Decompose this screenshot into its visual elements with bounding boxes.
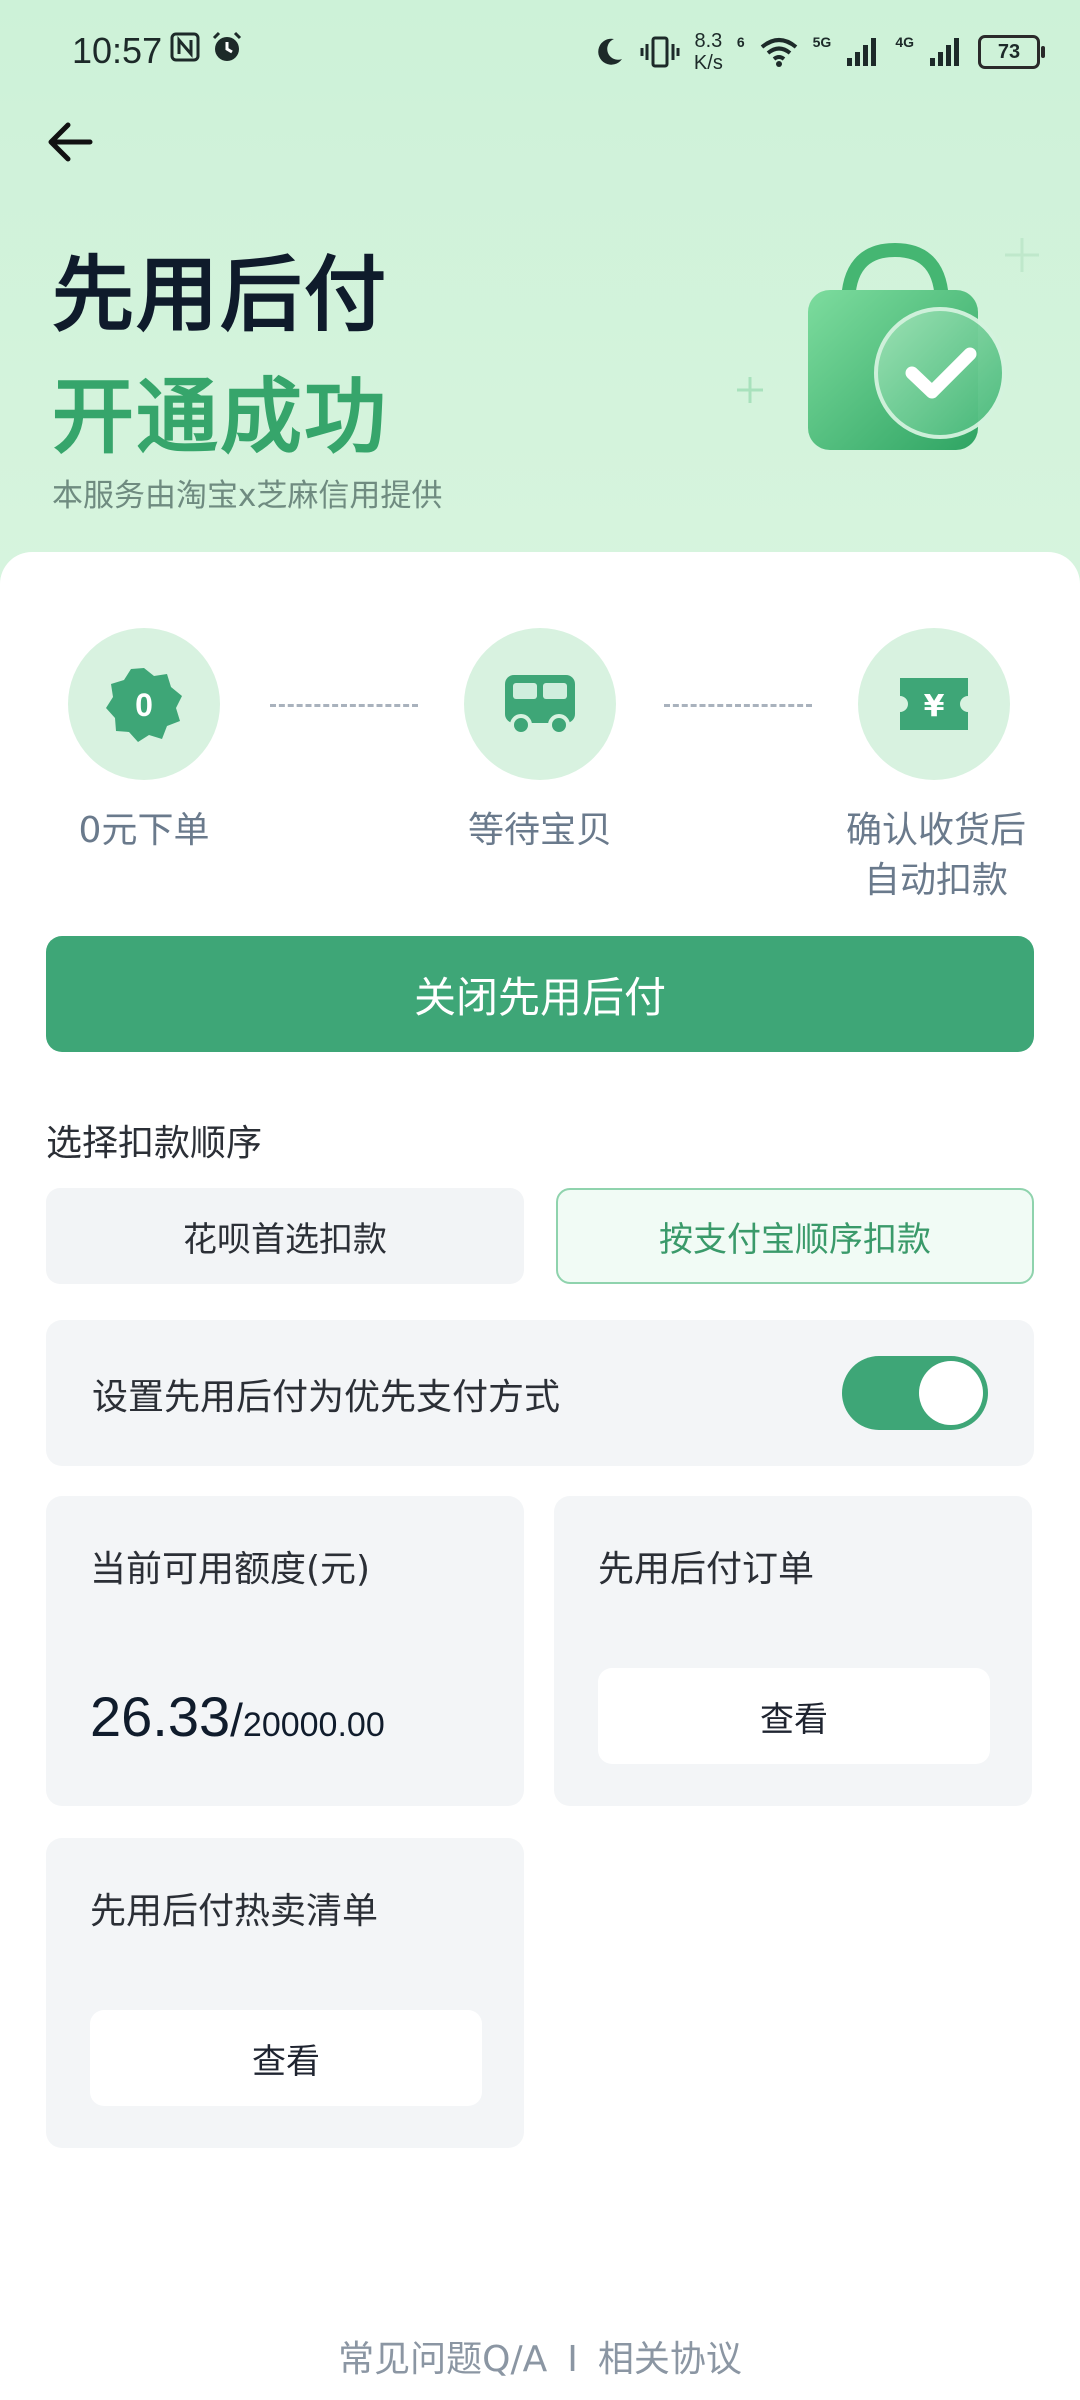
provider-note: 本服务由淘宝x芝麻信用提供: [52, 478, 443, 514]
vibrate-icon: [640, 36, 680, 68]
yuan-ticket-text: ¥: [924, 689, 945, 724]
credit-value: 26.33/20000.00: [90, 1684, 385, 1749]
sparkle-icon: [737, 377, 763, 403]
nfc-icon: [170, 32, 200, 62]
deduction-order-label: 选择扣款顺序: [46, 1123, 263, 1164]
status-right: 8.3 K/s 6 5G 4G 73: [592, 24, 1045, 80]
page-title: 先用后付: [52, 248, 389, 343]
signal-icon-2: [930, 38, 959, 66]
view-hot-list-button[interactable]: 查看: [90, 2010, 482, 2106]
hot-list-title: 先用后付热卖清单: [90, 1891, 379, 1932]
speed-value: 8.3: [694, 30, 723, 52]
step-label-pay-line1: 确认收货后: [845, 810, 1026, 851]
faq-link[interactable]: 常见问题Q/A: [338, 2339, 547, 2380]
battery-icon: 73: [978, 35, 1045, 69]
network-4g-label: 4G: [895, 34, 914, 50]
orders-title: 先用后付订单: [598, 1549, 815, 1590]
step-label-order: 0元下单: [78, 810, 210, 851]
step-label-pay-line2: 自动扣款: [863, 860, 1008, 901]
agreement-link[interactable]: 相关协议: [598, 2339, 742, 2380]
battery-level: 73: [997, 40, 1021, 63]
footer-separator: I: [567, 2339, 578, 2380]
credit-tile: 当前可用额度(元) 26.33/20000.00: [46, 1496, 524, 1806]
step-connector-2: [664, 704, 812, 707]
step-label-wait: 等待宝贝: [467, 810, 612, 851]
alipay-order-option[interactable]: 按支付宝顺序扣款: [556, 1188, 1034, 1284]
signal-icon: [847, 38, 877, 66]
toggle-knob: [919, 1361, 983, 1425]
view-orders-button[interactable]: 查看: [598, 1668, 990, 1764]
moon-icon: [598, 38, 622, 65]
network-5g-label: 5G: [812, 34, 832, 50]
wifi-label: 6: [736, 34, 745, 50]
network-speed: 8.3 K/s: [694, 30, 723, 74]
shopping-bag-check-icon: [808, 238, 1039, 450]
wifi-icon: [760, 38, 797, 67]
step-pay-circle: ¥: [858, 628, 1010, 780]
yuan-ticket-icon: ¥: [900, 678, 968, 730]
credit-title: 当前可用额度(元): [90, 1549, 371, 1590]
credit-available: 26.33: [90, 1685, 231, 1748]
priority-payment-label: 设置先用后付为优先支付方式: [92, 1377, 561, 1418]
priority-payment-row: 设置先用后付为优先支付方式: [46, 1320, 1034, 1466]
success-title: 开通成功: [52, 370, 389, 465]
alarm-icon: [212, 31, 242, 61]
step-wait-circle: [464, 628, 616, 780]
back-arrow-icon[interactable]: [40, 112, 100, 172]
step-connector: [270, 704, 418, 707]
speed-unit: K/s: [693, 52, 723, 74]
truck-icon: [505, 675, 575, 736]
step-order-circle: 0: [68, 628, 220, 780]
step-label-pay: 确认收货后 自动扣款: [826, 806, 1046, 906]
huabei-first-option[interactable]: 花呗首选扣款: [46, 1188, 524, 1284]
close-service-button[interactable]: 关闭先用后付: [46, 936, 1034, 1052]
hot-list-tile: 先用后付热卖清单 查看: [46, 1838, 524, 2148]
status-time: 10:57: [72, 30, 163, 71]
status-bar: 10:57 8.3 K/s 6 5G 4G 73: [0, 0, 1080, 100]
credit-total: 20000.00: [242, 1706, 385, 1744]
orders-tile: 先用后付订单 查看: [554, 1496, 1032, 1806]
zero-badge-text: 0: [135, 687, 153, 723]
credit-separator: /: [230, 1694, 243, 1746]
zero-badge-icon: 0: [106, 668, 182, 742]
priority-payment-toggle[interactable]: [842, 1356, 988, 1430]
footer-links: 常见问题Q/A I 相关协议: [0, 2330, 1080, 2382]
